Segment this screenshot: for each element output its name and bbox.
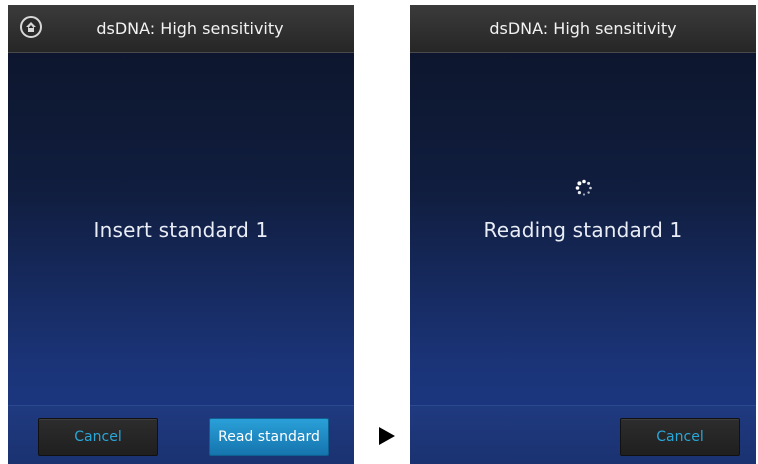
title-bar: dsDNA: High sensitivity	[8, 5, 354, 53]
loading-spinner-icon	[575, 179, 592, 196]
device-screen-insert-standard: dsDNA: High sensitivity Insert standard …	[8, 5, 354, 464]
screen-title: dsDNA: High sensitivity	[96, 19, 284, 38]
title-bar: dsDNA: High sensitivity	[410, 5, 756, 53]
device-screen-reading-standard: dsDNA: High sensitivity Reading standard…	[410, 5, 756, 464]
read-standard-button[interactable]: Read standard	[209, 418, 329, 456]
status-message: Insert standard 1	[93, 218, 269, 242]
right-arrow-icon	[379, 427, 395, 445]
status-message: Reading standard 1	[483, 218, 683, 242]
screen-title: dsDNA: High sensitivity	[489, 19, 677, 38]
action-bar: Cancel Read standard	[8, 405, 354, 464]
cancel-button[interactable]: Cancel	[38, 418, 158, 456]
action-bar: Cancel	[410, 405, 756, 464]
cancel-button[interactable]: Cancel	[620, 418, 740, 456]
